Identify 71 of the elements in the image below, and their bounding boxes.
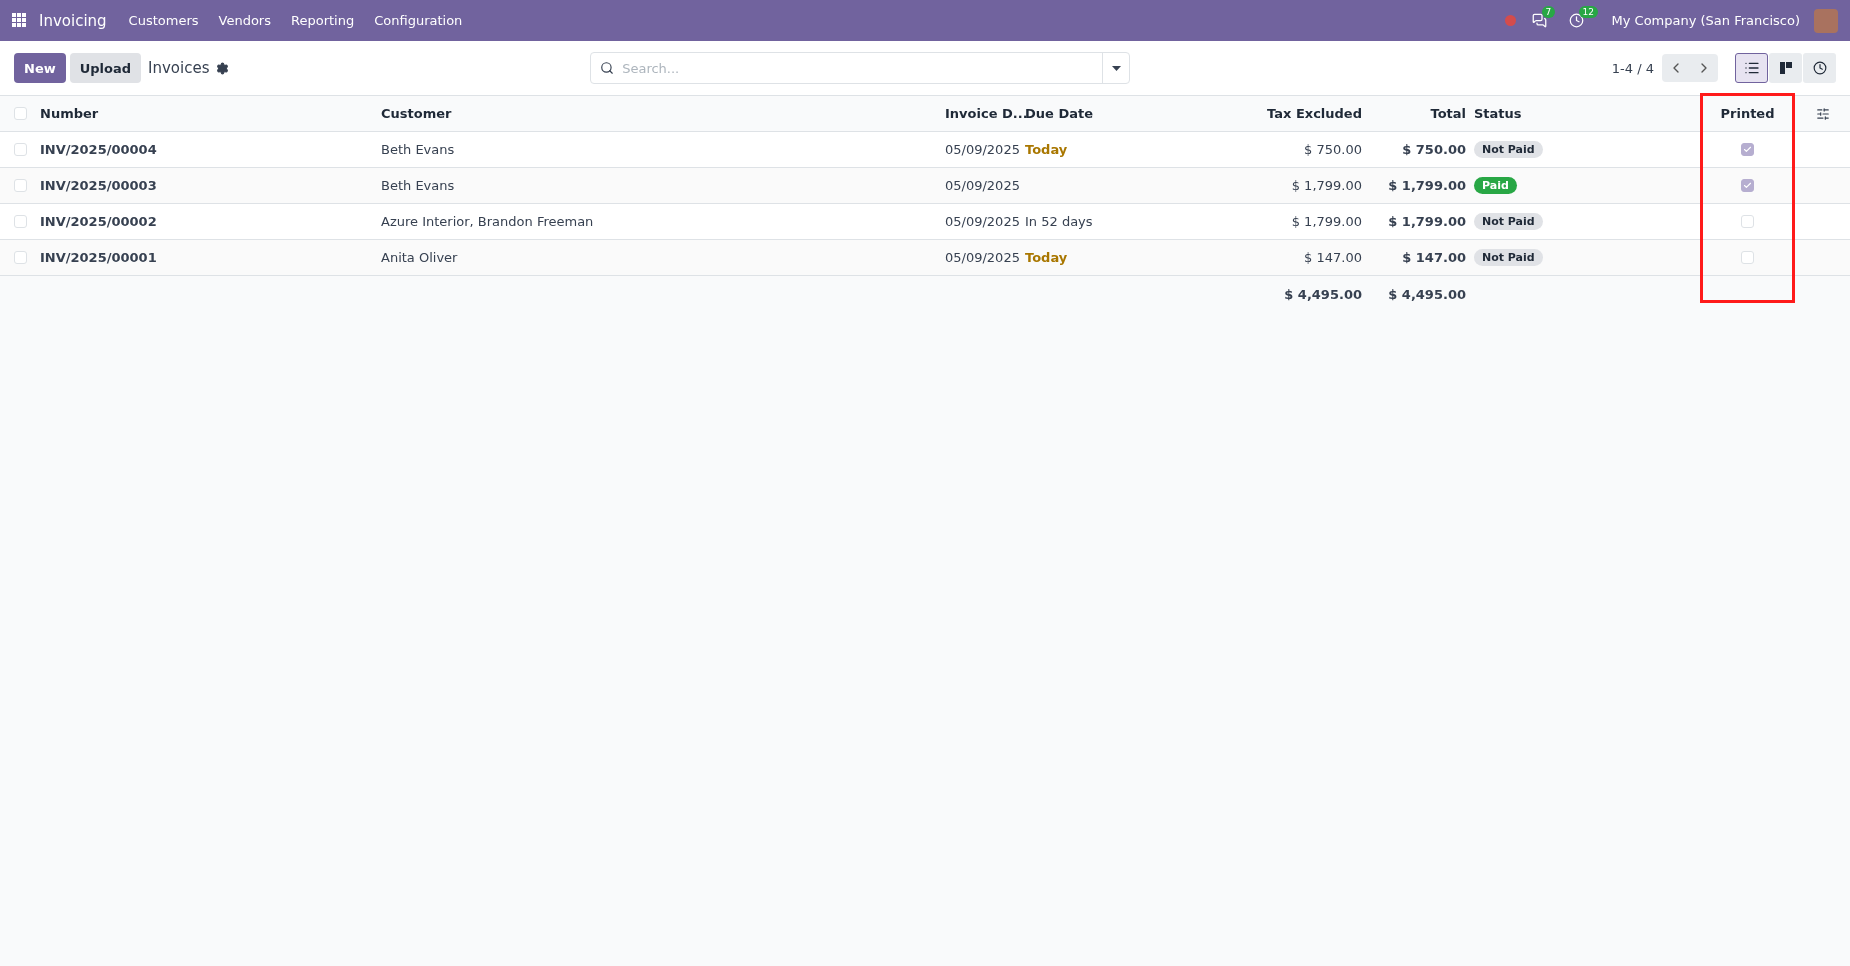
row-checkbox[interactable]: [14, 215, 27, 228]
caret-icon: [1111, 65, 1121, 71]
column-header[interactable]: Tax Excluded: [1267, 106, 1362, 121]
page-title: Invoices: [148, 59, 210, 77]
row-checkbox[interactable]: [14, 251, 27, 264]
company-switcher[interactable]: My Company (San Francisco): [1611, 13, 1800, 28]
total-amount: $ 1,799.00: [1388, 214, 1466, 229]
row-checkbox[interactable]: [14, 143, 27, 156]
tax-excluded-sum: $ 4,495.00: [1284, 286, 1362, 302]
status-badge: Not Paid: [1474, 249, 1543, 266]
view-switch-button[interactable]: [1769, 53, 1802, 83]
new-button[interactable]: New: [14, 53, 66, 83]
chat-icon[interactable]: [1531, 13, 1547, 28]
total-amount: $ 147.00: [1402, 250, 1466, 265]
invoice-number: INV/2025/00002: [40, 214, 157, 229]
clock-icon: [1812, 61, 1827, 75]
column-header[interactable]: Printed: [1720, 106, 1775, 121]
status-badge: Paid: [1474, 177, 1517, 194]
invoice-number: INV/2025/00003: [40, 178, 157, 193]
customer-name: Anita Oliver: [381, 250, 458, 265]
message-count: 7: [1541, 6, 1556, 18]
menu-item[interactable]: Customers: [120, 13, 207, 28]
due-date: In 52 days: [1025, 214, 1093, 229]
upload-button[interactable]: Upload: [69, 53, 142, 83]
customer-name: Azure Interior, Brandon Freeman: [381, 214, 594, 229]
select-all-checkbox[interactable]: [14, 107, 27, 120]
tax-excluded-amount: $ 1,799.00: [1291, 178, 1362, 193]
search-icon: [600, 61, 615, 75]
total-amount: $ 750.00: [1402, 142, 1466, 157]
status-badge: Not Paid: [1474, 141, 1543, 158]
app-name[interactable]: Invoicing: [39, 11, 107, 30]
invoice-date: 05/09/2025: [945, 214, 1020, 229]
column-header[interactable]: Number: [40, 106, 99, 121]
column-header[interactable]: Total: [1430, 106, 1466, 121]
kanban-view-icon: [1778, 61, 1793, 75]
menu-item[interactable]: Configuration: [366, 13, 471, 28]
menu-item[interactable]: Vendors: [210, 13, 279, 28]
invoice-date: 05/09/2025: [945, 250, 1020, 265]
status-badge: Not Paid: [1474, 213, 1543, 230]
invoice-number: INV/2025/00004: [40, 142, 157, 157]
column-header[interactable]: Status: [1474, 106, 1522, 121]
invoice-date: 05/09/2025: [945, 142, 1020, 157]
pager-value[interactable]: 1-4 / 4: [1611, 60, 1654, 76]
activity-count: 12: [1578, 6, 1598, 18]
settings-icon[interactable]: [215, 61, 229, 75]
column-header[interactable]: Due Date: [1025, 106, 1093, 121]
app-grid-icon[interactable]: [12, 13, 27, 28]
menu-item[interactable]: Reporting: [283, 13, 363, 28]
list-view-icon: [1743, 60, 1760, 76]
invoice-number: INV/2025/00001: [40, 250, 157, 265]
activity-clock-icon[interactable]: [1568, 13, 1584, 28]
due-date: Today: [1025, 250, 1068, 265]
status-dot-icon: [1504, 15, 1516, 26]
due-date: Today: [1025, 142, 1068, 157]
view-switch-button[interactable]: [1735, 53, 1768, 83]
optional-columns-icon[interactable]: [1815, 106, 1830, 121]
view-switch-button[interactable]: [1803, 53, 1836, 83]
customer-name: Beth Evans: [381, 142, 455, 157]
total-sum: $ 4,495.00: [1388, 286, 1466, 302]
invoice-date: 05/09/2025: [945, 178, 1020, 193]
tax-excluded-amount: $ 147.00: [1304, 250, 1362, 265]
table-row[interactable]: INV/2025/00004 Beth Evans 05/09/2025 Today $ 750.00 $ 750.00 Not Paid: [0, 132, 1850, 168]
customer-name: Beth Evans: [381, 178, 455, 193]
tax-excluded-amount: $ 1,799.00: [1291, 214, 1362, 229]
table-row[interactable]: INV/2025/00002 Azure Interior, Brandon Freeman 05/09/2025 In 52 days $ 1,799.00 $ 1,799.00 Not Paid: [0, 204, 1850, 240]
search-field[interactable]: Search...: [590, 52, 1131, 84]
total-amount: $ 1,799.00: [1388, 178, 1466, 193]
row-checkbox[interactable]: [14, 179, 27, 192]
tax-excluded-amount: $ 750.00: [1304, 142, 1362, 157]
column-header[interactable]: Invoice D...: [945, 106, 1028, 121]
column-header[interactable]: Customer: [381, 106, 452, 121]
